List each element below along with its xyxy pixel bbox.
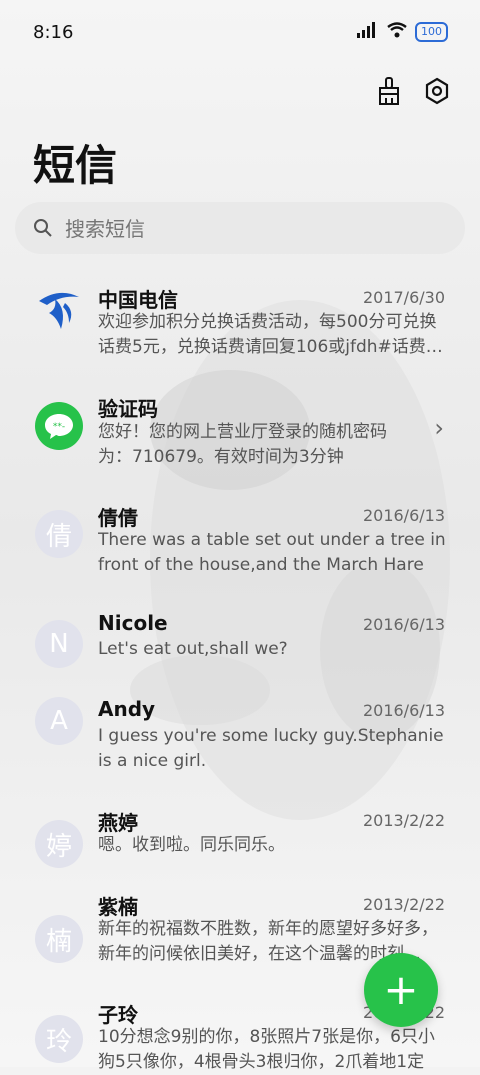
- avatar: 倩: [35, 510, 83, 558]
- avatar: 玲: [35, 1015, 83, 1063]
- status-time: 8:16: [33, 22, 74, 43]
- plus-icon: +: [383, 965, 419, 1014]
- brush-icon: [376, 76, 402, 110]
- message-date: 2016/6/13: [362, 615, 445, 634]
- contact-name: 紫楠: [98, 895, 138, 919]
- list-item[interactable]: A Andy 2016/6/13 I guess you're some luc…: [0, 683, 480, 793]
- list-item[interactable]: 中国电信 2017/6/30 欢迎参加积分兑换话费活动，每500分可兑换话费5元…: [0, 270, 480, 378]
- list-item[interactable]: 婷 燕婷 2013/2/22 嗯。收到啦。同乐同乐。: [0, 793, 480, 877]
- contact-name: 燕婷: [98, 811, 138, 835]
- settings-button[interactable]: [422, 77, 452, 109]
- message-date: 2016/6/13: [362, 506, 445, 525]
- message-preview: 10分想念9别的你，8张照片7张是你，6只小狗5只像你，4根骨头3根归你，2爪着…: [98, 1027, 435, 1072]
- status-bar: 8:16 100: [0, 0, 480, 68]
- battery-indicator: 100: [415, 22, 448, 42]
- search-bar[interactable]: [15, 202, 465, 254]
- search-input[interactable]: [63, 212, 447, 246]
- page-title: 短信: [33, 141, 118, 190]
- contact-name: Nicole: [98, 611, 168, 635]
- message-preview: I guess you're some lucky guy.Stephanie …: [98, 726, 444, 771]
- avatar: 婷: [35, 820, 83, 868]
- message-date: 2017/6/30: [362, 288, 445, 307]
- new-message-button[interactable]: +: [364, 953, 438, 1027]
- chevron-right-icon: ›: [434, 414, 444, 442]
- message-date: 2013/2/22: [362, 895, 445, 914]
- list-item[interactable]: N Nicole 2016/6/13 Let's eat out,shall w…: [0, 598, 480, 683]
- gear-icon: [423, 77, 451, 109]
- list-item[interactable]: **- 验证码 您好！您的网上营业厅登录的随机密码为：710679。有效时间为3…: [0, 378, 480, 488]
- list-item[interactable]: 倩 倩倩 2016/6/13 There was a table set out…: [0, 488, 480, 598]
- avatar: A: [35, 697, 83, 745]
- wifi-icon: [387, 22, 407, 42]
- china-telecom-logo-icon: [35, 283, 83, 331]
- clean-brush-button[interactable]: [374, 76, 404, 110]
- message-preview: Let's eat out,shall we?: [98, 639, 288, 659]
- avatar: N: [35, 620, 83, 668]
- message-preview: There was a table set out under a tree i…: [98, 530, 446, 575]
- avatar: 楠: [35, 915, 83, 963]
- message-bubble-icon: **-: [35, 402, 83, 450]
- contact-name: 倩倩: [98, 506, 138, 530]
- message-date: 2013/2/22: [362, 811, 445, 830]
- message-date: 2016/6/13: [362, 701, 445, 720]
- contact-name: Andy: [98, 697, 156, 721]
- svg-text:**-: **-: [53, 422, 65, 432]
- contact-name: 子玲: [98, 1003, 138, 1027]
- message-preview: 欢迎参加积分兑换话费活动，每500分可兑换话费5元，兑换话费请回复106或jfd…: [98, 312, 443, 357]
- message-preview: 您好！您的网上营业厅登录的随机密码为：710679。有效时间为3分钟: [98, 422, 387, 467]
- contact-name: 验证码: [98, 397, 158, 421]
- search-icon: [33, 218, 53, 242]
- contact-name: 中国电信: [98, 288, 178, 312]
- signal-icon: [357, 22, 379, 42]
- message-preview: 嗯。收到啦。同乐同乐。: [98, 835, 285, 855]
